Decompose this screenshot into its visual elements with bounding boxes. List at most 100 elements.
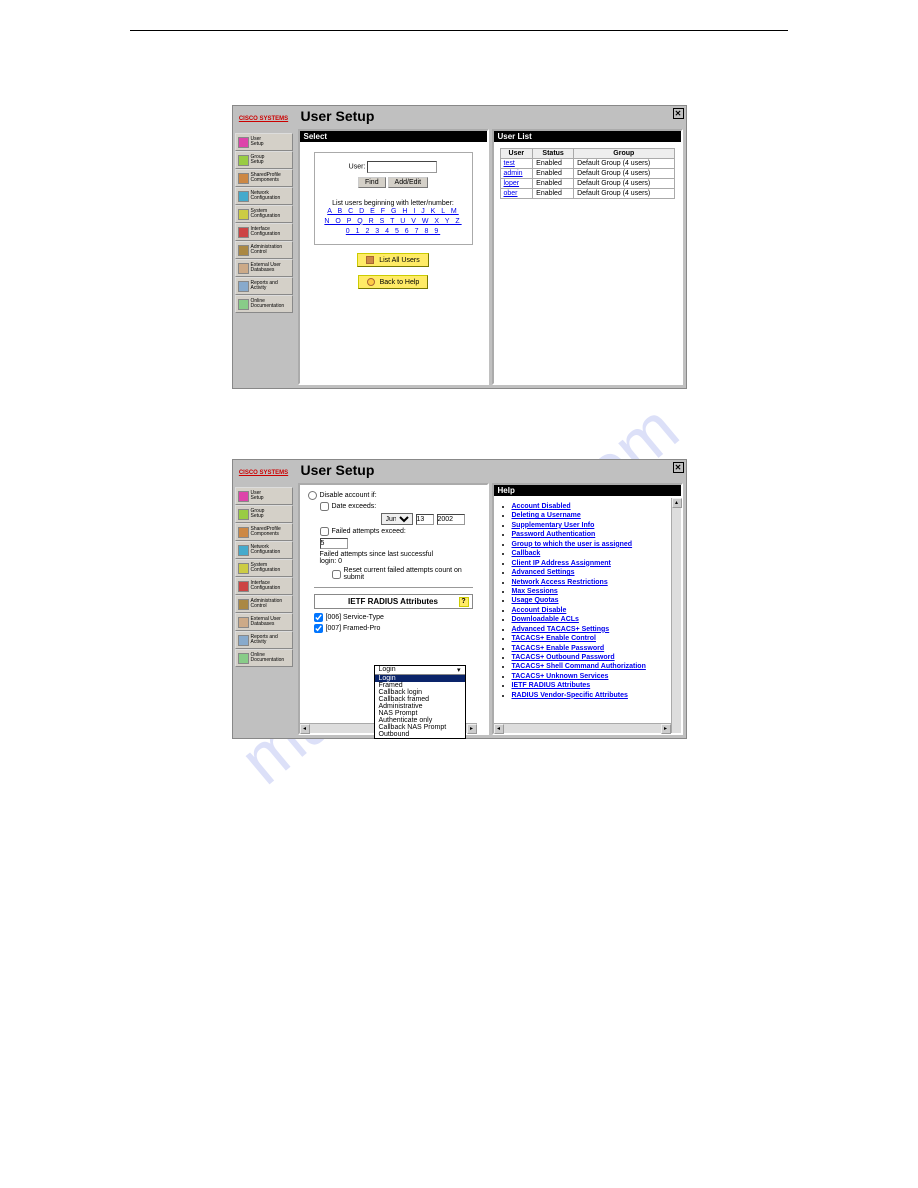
help-link[interactable]: TACACS+ Outbound Password	[512, 654, 615, 661]
user-link[interactable]: ober	[504, 190, 518, 197]
help-link[interactable]: Client IP Address Assignment	[512, 560, 611, 567]
day-input[interactable]	[416, 514, 434, 525]
user-link[interactable]: loper	[504, 180, 520, 187]
user-link[interactable]: admin	[504, 170, 523, 177]
nav-label: Group Setup	[251, 509, 265, 520]
scrollbar-vertical[interactable]: ▴	[671, 498, 681, 733]
nav-shared[interactable]: SharedProfile Components	[235, 169, 293, 187]
failed-attempts-input[interactable]	[320, 538, 348, 549]
dropdown-option[interactable]: Callback NAS Prompt	[375, 724, 465, 731]
help-link[interactable]: TACACS+ Unknown Services	[512, 673, 609, 680]
nav-group[interactable]: Group Setup	[235, 505, 293, 523]
nav-net[interactable]: Network Configuration	[235, 187, 293, 205]
scroll-right-icon[interactable]: ▸	[467, 724, 477, 734]
dropdown-option[interactable]: Framed	[375, 682, 465, 689]
help-link[interactable]: Account Disable	[512, 607, 567, 614]
nav-label: Online Documentation	[251, 653, 285, 664]
find-button[interactable]: Find	[358, 177, 386, 188]
help-link[interactable]: Callback	[512, 550, 541, 557]
list-all-users-button[interactable]: List All Users	[357, 253, 428, 267]
nav-rep[interactable]: Reports and Activity	[235, 277, 293, 295]
help-link[interactable]: Deleting a Username	[512, 512, 581, 519]
dropdown-option[interactable]: Login	[375, 675, 465, 682]
nav-group[interactable]: Group Setup	[235, 151, 293, 169]
dropdown-option[interactable]: Outbound	[375, 731, 465, 738]
close-icon[interactable]: ✕	[673, 108, 684, 119]
status-cell: Enabled	[533, 179, 574, 189]
help-link[interactable]: IETF RADIUS Attributes	[512, 682, 591, 689]
scroll-left-icon[interactable]: ◂	[300, 724, 310, 734]
service-type-dropdown[interactable]: Login▾ LoginFramedCallback loginCallback…	[374, 665, 466, 739]
letters-label: List users beginning with letter/number:	[323, 200, 464, 207]
help-link[interactable]: RADIUS Vendor-Specific Attributes	[512, 692, 628, 699]
nav-user[interactable]: User Setup	[235, 133, 293, 151]
dropdown-option[interactable]: Administrative	[375, 703, 465, 710]
user-label: User:	[349, 164, 366, 171]
nav-doc[interactable]: Online Documentation	[235, 295, 293, 313]
scroll-right-icon[interactable]: ▸	[661, 724, 671, 734]
help-link[interactable]: Advanced Settings	[512, 569, 575, 576]
edit-panel: Disable account if: Date exceeds: Jun	[298, 483, 489, 735]
scroll-left-icon[interactable]: ◂	[494, 724, 504, 734]
add-edit-button[interactable]: Add/Edit	[388, 177, 428, 188]
help-link[interactable]: Account Disabled	[512, 503, 571, 510]
help-link-item: Group to which the user is assigned	[512, 540, 677, 549]
screenshot-user-setup-edit: ✕ CISCO SYSTEMS User SetupGroup SetupSha…	[232, 459, 687, 739]
letters-row-3[interactable]: 0 1 2 3 4 5 6 7 8 9	[323, 227, 464, 237]
help-link-item: Account Disabled	[512, 502, 677, 511]
nav-sys[interactable]: System Configuration	[235, 559, 293, 577]
help-link[interactable]: Advanced TACACS+ Settings	[512, 626, 610, 633]
section-divider	[314, 587, 473, 588]
year-input[interactable]	[437, 514, 465, 525]
letters-row-2[interactable]: N O P Q R S T U V W X Y Z	[323, 217, 464, 227]
reset-failed-checkbox[interactable]	[332, 570, 341, 579]
dropdown-option[interactable]: Callback login	[375, 689, 465, 696]
scrollbar-horizontal[interactable]: ◂ ▸	[494, 723, 671, 733]
user-link[interactable]: test	[504, 160, 515, 167]
help-link[interactable]: TACACS+ Enable Password	[512, 645, 605, 652]
dropdown-selected[interactable]: Login▾	[375, 666, 465, 675]
help-link[interactable]: Downloadable ACLs	[512, 616, 579, 623]
attr-006-checkbox[interactable]	[314, 613, 323, 622]
nav-ext[interactable]: External User Databases	[235, 259, 293, 277]
help-link[interactable]: Supplementary User Info	[512, 522, 595, 529]
nav-shared[interactable]: SharedProfile Components	[235, 523, 293, 541]
attr-007-checkbox[interactable]	[314, 624, 323, 633]
help-link[interactable]: Network Access Restrictions	[512, 579, 608, 586]
nav-user[interactable]: User Setup	[235, 487, 293, 505]
back-to-help-button[interactable]: Back to Help	[358, 275, 429, 289]
nav-net[interactable]: Network Configuration	[235, 541, 293, 559]
help-link-item: TACACS+ Enable Password	[512, 644, 677, 653]
content-area: User Setup Select User: Find Add/Edit	[295, 106, 686, 388]
help-link[interactable]: Group to which the user is assigned	[512, 541, 633, 548]
help-link-item: Max Sessions	[512, 587, 677, 596]
nav-iface[interactable]: Interface Configuration	[235, 577, 293, 595]
help-link[interactable]: Max Sessions	[512, 588, 558, 595]
help-link[interactable]: TACACS+ Enable Control	[512, 635, 596, 642]
dropdown-option[interactable]: NAS Prompt	[375, 710, 465, 717]
nav-admin[interactable]: Administration Control	[235, 241, 293, 259]
month-select[interactable]: Jun	[381, 513, 413, 525]
nav-sys[interactable]: System Configuration	[235, 205, 293, 223]
nav-rep[interactable]: Reports and Activity	[235, 631, 293, 649]
page-header-rule	[130, 30, 788, 31]
user-input[interactable]	[367, 161, 437, 173]
nav-admin[interactable]: Administration Control	[235, 595, 293, 613]
scroll-up-icon[interactable]: ▴	[672, 498, 682, 508]
rep-icon	[238, 635, 249, 646]
nav-ext[interactable]: External User Databases	[235, 613, 293, 631]
nav-doc[interactable]: Online Documentation	[235, 649, 293, 667]
user-icon	[238, 491, 249, 502]
dropdown-option[interactable]: Callback framed	[375, 696, 465, 703]
date-exceeds-checkbox[interactable]	[320, 502, 329, 511]
help-link[interactable]: Usage Quotas	[512, 597, 559, 604]
letters-row-1[interactable]: A B C D E F G H I J K L M	[323, 207, 464, 217]
failed-attempts-checkbox[interactable]	[320, 527, 329, 536]
help-icon[interactable]: ?	[459, 597, 469, 607]
dropdown-option[interactable]: Authenticate only	[375, 717, 465, 724]
help-link[interactable]: TACACS+ Shell Command Authorization	[512, 663, 646, 670]
help-link[interactable]: Password Authentication	[512, 531, 596, 538]
disable-account-radio[interactable]	[308, 491, 317, 500]
close-icon[interactable]: ✕	[673, 462, 684, 473]
nav-iface[interactable]: Interface Configuration	[235, 223, 293, 241]
